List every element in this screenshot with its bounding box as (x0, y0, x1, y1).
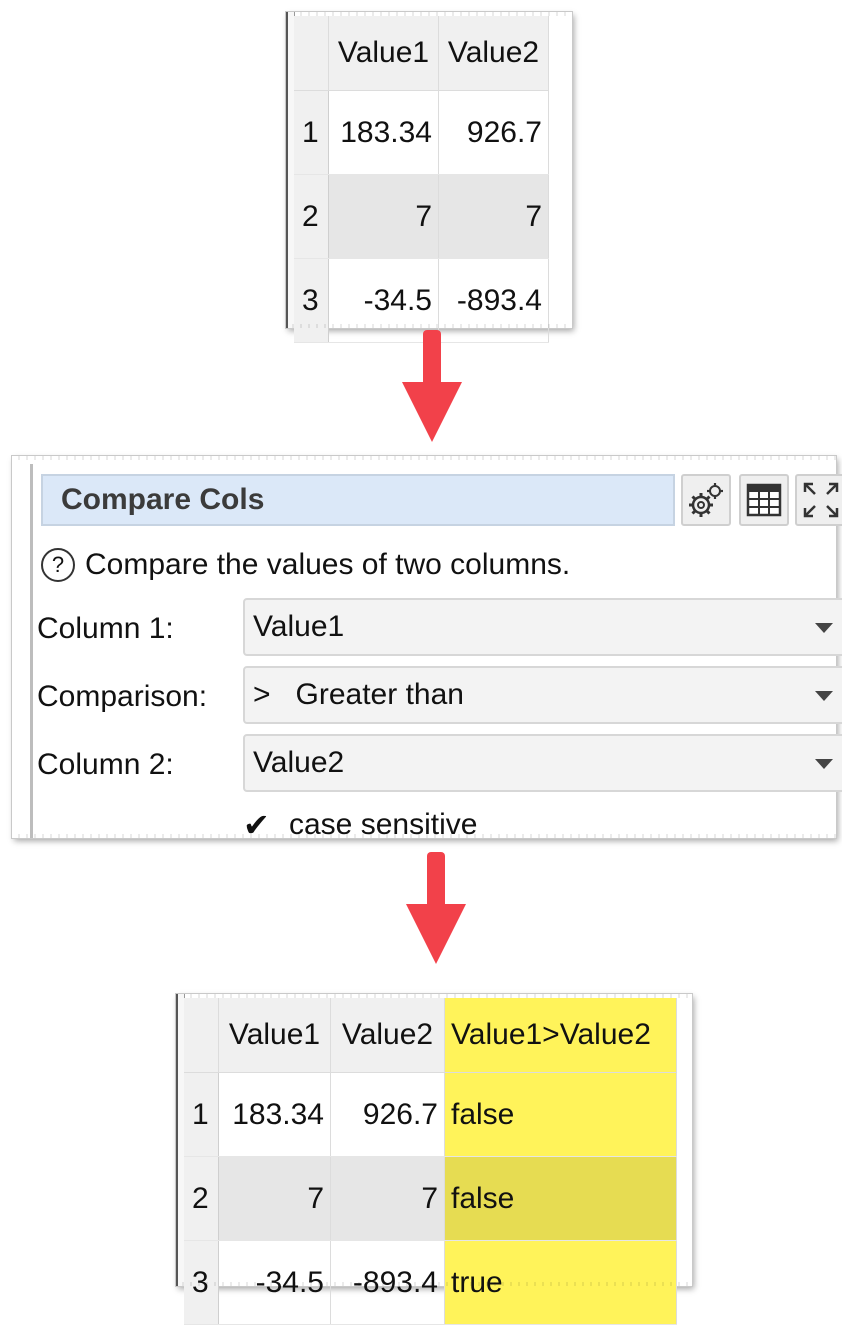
settings-gears-icon (689, 483, 723, 517)
case-sensitive-checkbox[interactable]: ✔ case sensitive (243, 806, 477, 844)
table-row: 3 -34.5 -893.4 true (184, 1240, 677, 1325)
output-table: Value1 Value2 Value1>Value2 1 183.34 926… (184, 998, 677, 1325)
dialog-description: Compare the values of two columns. (85, 548, 571, 581)
table-cell[interactable]: -893.4 (330, 1240, 445, 1325)
column-header[interactable]: Value2 (330, 998, 445, 1073)
table-cell[interactable]: 926.7 (330, 1072, 445, 1157)
help-icon[interactable]: ? (41, 548, 75, 582)
row-number: 3 (294, 258, 329, 343)
table-cell[interactable]: 926.7 (438, 90, 549, 175)
column-header[interactable]: Value1 (218, 998, 331, 1073)
case-sensitive-label: case sensitive (289, 808, 478, 841)
table-cell[interactable]: 7 (328, 174, 439, 259)
table-cell[interactable]: 7 (438, 174, 549, 259)
column2-label: Column 2: (37, 748, 174, 781)
chevron-down-icon (815, 759, 833, 769)
result-cell[interactable]: false (444, 1072, 677, 1157)
column-header-result[interactable]: Value1>Value2 (444, 998, 677, 1073)
comparison-label: Comparison: (37, 680, 208, 713)
table-cell[interactable]: 183.34 (328, 90, 439, 175)
table-row: 2 7 7 (294, 174, 549, 259)
row-number: 1 (184, 1072, 219, 1157)
table-corner (184, 998, 219, 1073)
comparison-dropdown[interactable]: > Greater than (243, 666, 842, 724)
input-table-panel: Value1 Value2 1 183.34 926.7 2 7 7 3 -34… (286, 12, 572, 343)
output-table-panel: Value1 Value2 Value1>Value2 1 183.34 926… (176, 994, 692, 1325)
input-table: Value1 Value2 1 183.34 926.7 2 7 7 3 -34… (294, 16, 549, 343)
row-number: 1 (294, 90, 329, 175)
table-corner (294, 16, 329, 91)
column2-value: Value2 (253, 746, 345, 779)
column1-label: Column 1: (37, 612, 174, 645)
table-view-button[interactable] (739, 474, 789, 526)
column1-dropdown[interactable]: Value1 (243, 598, 842, 656)
description-row: ? Compare the values of two columns. (41, 548, 570, 582)
row-number: 2 (294, 174, 329, 259)
expand-icon (803, 482, 839, 518)
table-row: 2 7 7 false (184, 1156, 677, 1241)
result-cell[interactable]: true (444, 1240, 677, 1325)
table-row: 1 183.34 926.7 (294, 90, 549, 175)
column1-value: Value1 (253, 610, 345, 643)
maximize-button[interactable] (795, 474, 842, 526)
dialog-title[interactable]: Compare Cols (41, 474, 675, 526)
comparison-value: > Greater than (253, 678, 464, 711)
row-number: 2 (184, 1156, 219, 1241)
checkmark-icon: ✔ (243, 807, 270, 843)
column-header[interactable]: Value2 (438, 16, 549, 91)
result-cell[interactable]: false (444, 1156, 677, 1241)
table-cell[interactable]: 7 (218, 1156, 331, 1241)
settings-button[interactable] (681, 474, 731, 526)
down-arrow-icon (402, 330, 462, 446)
compare-cols-dialog: Compare Cols ? Compare the values of two… (12, 456, 842, 843)
table-row: 1 183.34 926.7 false (184, 1072, 677, 1157)
table-cell[interactable]: 7 (330, 1156, 445, 1241)
table-cell[interactable]: -34.5 (218, 1240, 331, 1325)
column-header[interactable]: Value1 (328, 16, 439, 91)
chevron-down-icon (815, 623, 833, 633)
down-arrow-icon (406, 852, 466, 968)
row-number: 3 (184, 1240, 219, 1325)
column2-dropdown[interactable]: Value2 (243, 734, 842, 792)
table-cell[interactable]: 183.34 (218, 1072, 331, 1157)
table-icon (746, 483, 782, 517)
chevron-down-icon (815, 691, 833, 701)
